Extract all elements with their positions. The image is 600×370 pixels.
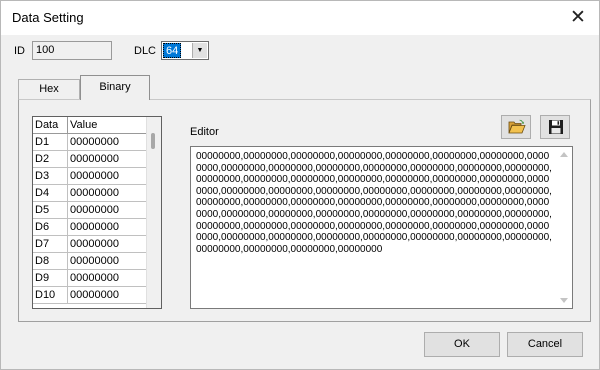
data-cell: D10	[33, 286, 68, 304]
open-file-button[interactable]	[501, 115, 531, 139]
table-row[interactable]: D6 00000000	[33, 218, 153, 236]
dlc-label: DLC	[134, 45, 157, 57]
value-cell[interactable]: 00000000	[67, 184, 153, 202]
dlc-selected-value: 64	[163, 43, 181, 58]
value-cell[interactable]: 00000000	[67, 218, 153, 236]
value-cell[interactable]: 00000000	[67, 286, 153, 304]
data-cell: D7	[33, 235, 68, 253]
open-folder-icon	[508, 119, 526, 134]
editor-label: Editor	[190, 126, 219, 138]
tab-hex[interactable]: Hex	[18, 79, 80, 99]
data-grid[interactable]: Data Value D1 00000000 D2 00000000 D3 00000…	[32, 116, 162, 309]
editor-content[interactable]: 00000000,00000000,00000000,00000000,0000…	[196, 151, 553, 255]
value-cell[interactable]: 00000000	[67, 269, 153, 287]
data-cell: D3	[33, 167, 68, 185]
editor-scrollbar[interactable]	[556, 147, 572, 308]
data-cell: D4	[33, 184, 68, 202]
value-cell[interactable]: 00000000	[67, 150, 153, 168]
id-field[interactable]: 100	[32, 41, 112, 60]
data-table: Data Value D1 00000000 D2 00000000 D3 00000…	[33, 117, 153, 304]
table-row[interactable]: D7 00000000	[33, 235, 153, 253]
scroll-up-icon[interactable]	[560, 152, 568, 157]
grid-scrollbar[interactable]	[146, 117, 161, 308]
table-row[interactable]: D5 00000000	[33, 201, 153, 219]
dlc-select[interactable]: 64 ▼	[161, 41, 209, 60]
value-cell[interactable]: 00000000	[67, 201, 153, 219]
data-cell: D2	[33, 150, 68, 168]
value-cell[interactable]: 00000000	[67, 133, 153, 151]
editor-textarea[interactable]: 00000000,00000000,00000000,00000000,0000…	[190, 146, 573, 309]
data-setting-dialog: Data Setting ✕ ID 100 DLC 64 ▼ Hex Binar…	[0, 0, 600, 370]
table-row[interactable]: D10 00000000	[33, 286, 153, 304]
window-title: Data Setting	[12, 10, 84, 25]
table-row[interactable]: D4 00000000	[33, 184, 153, 202]
data-cell: D8	[33, 252, 68, 270]
value-cell[interactable]: 00000000	[67, 167, 153, 185]
column-header-value[interactable]: Value	[67, 117, 153, 134]
floppy-disk-icon	[549, 120, 563, 134]
scroll-down-icon[interactable]	[560, 298, 568, 303]
value-cell[interactable]: 00000000	[67, 235, 153, 253]
save-file-button[interactable]	[540, 115, 570, 139]
column-header-data[interactable]: Data	[33, 117, 68, 134]
table-row[interactable]: D9 00000000	[33, 269, 153, 287]
table-row[interactable]: D1 00000000	[33, 133, 153, 151]
ok-button[interactable]: OK	[424, 332, 500, 357]
title-bar: Data Setting ✕	[1, 1, 599, 35]
data-cell: D9	[33, 269, 68, 287]
grid-scrollbar-thumb[interactable]	[151, 133, 155, 149]
data-cell: D1	[33, 133, 68, 151]
table-row[interactable]: D2 00000000	[33, 150, 153, 168]
chevron-down-icon[interactable]: ▼	[192, 43, 207, 58]
table-row[interactable]: D8 00000000	[33, 252, 153, 270]
data-cell: D6	[33, 218, 68, 236]
close-icon[interactable]: ✕	[565, 5, 591, 31]
table-header-row: Data Value	[33, 117, 153, 134]
data-cell: D5	[33, 201, 68, 219]
cancel-button[interactable]: Cancel	[507, 332, 583, 357]
value-cell[interactable]: 00000000	[67, 252, 153, 270]
tab-binary[interactable]: Binary	[80, 75, 150, 100]
table-row[interactable]: D3 00000000	[33, 167, 153, 185]
id-label: ID	[14, 45, 25, 57]
